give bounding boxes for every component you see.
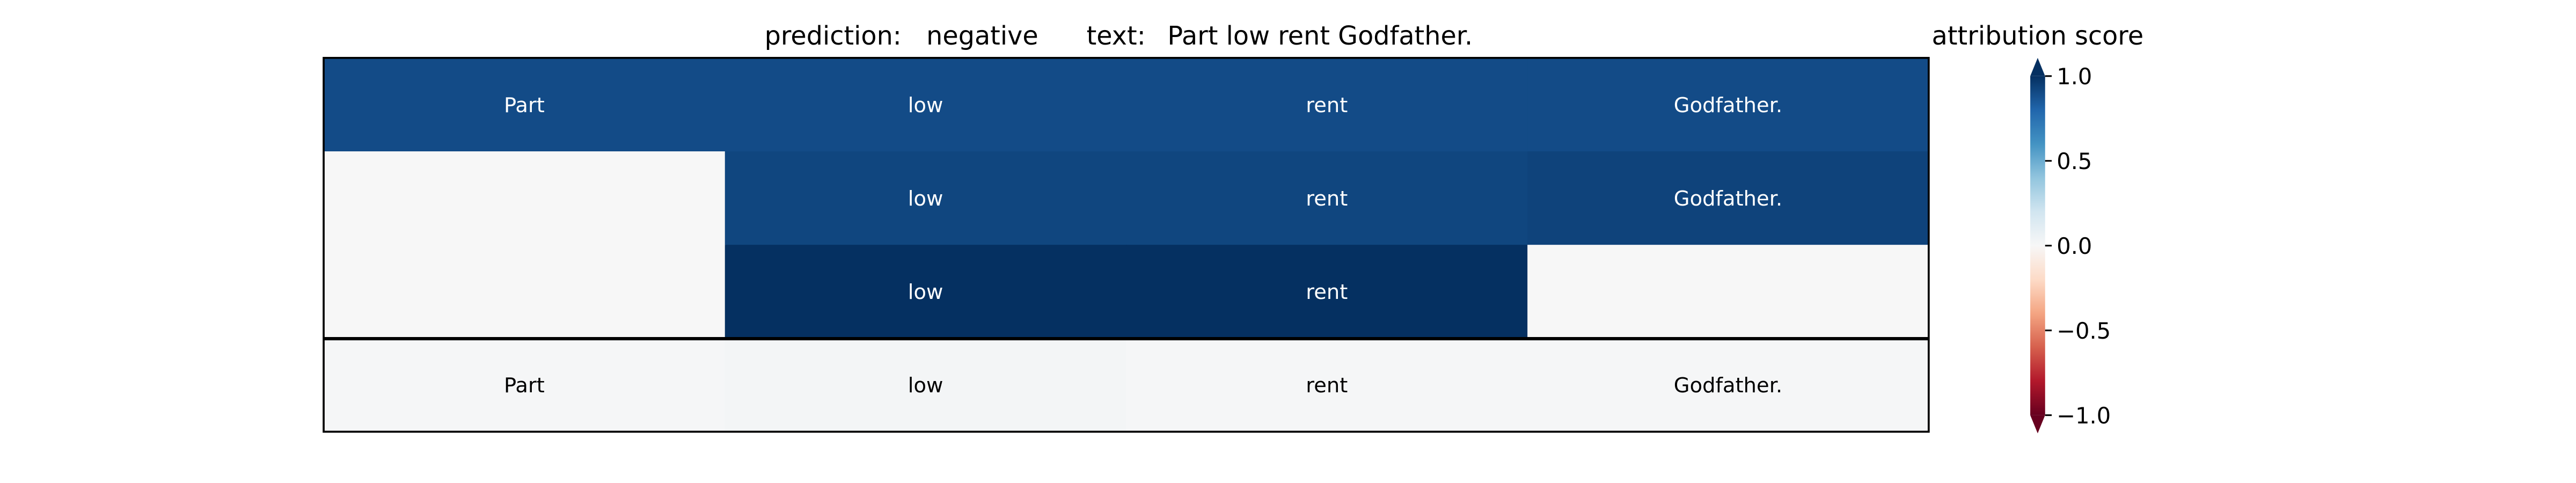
cell-token-label: Godfather. — [1674, 374, 1782, 398]
cell-token-label: rent — [1306, 374, 1348, 398]
attribution-heatmap: Part low rent Godfather. low rent Godfather. lo… — [324, 57, 1930, 433]
cell-token-label: low — [908, 187, 943, 211]
colorbar — [2030, 57, 2045, 434]
prediction-label: prediction: — [765, 21, 902, 51]
prediction-value: negative — [926, 21, 1038, 51]
colorbar-tick-label: 0.0 — [2057, 233, 2092, 259]
colorbar-tick-label: −0.5 — [2057, 318, 2111, 344]
colorbar-body — [2030, 76, 2045, 415]
colorbar-extend-top — [2030, 57, 2045, 76]
colorbar-tick-label: −1.0 — [2057, 402, 2111, 429]
heatmap-cell — [324, 245, 726, 339]
cell-token-label: rent — [1306, 93, 1348, 118]
text-value: Part low rent Godfather. — [1167, 21, 1473, 51]
heatmap-cell — [324, 151, 726, 246]
attribution-figure: prediction: negative text: Part low rent… — [323, 21, 2144, 434]
heatmap-cell — [1527, 245, 1930, 339]
colorbar-tick-label: 1.0 — [2057, 63, 2092, 90]
cell-token-label: Godfather. — [1674, 187, 1782, 211]
cell-token-label: Part — [504, 374, 545, 398]
cell-token-label: Part — [504, 93, 545, 118]
cell-token-label: low — [908, 93, 943, 118]
cell-token-label: Godfather. — [1674, 93, 1782, 118]
colorbar-ticks: 1.0 0.5 0.0 −0.5 −1.0 — [2045, 63, 2111, 429]
colorbar-extend-bottom — [2030, 415, 2045, 434]
cell-token-label: rent — [1306, 187, 1348, 211]
text-label: text: — [1087, 21, 1146, 51]
colorbar-title: attribution score — [1932, 21, 2144, 51]
cell-token-label: low — [908, 280, 943, 304]
cell-token-label: low — [908, 374, 943, 398]
colorbar-tick-label: 0.5 — [2057, 148, 2092, 174]
cell-token-label: rent — [1306, 280, 1348, 304]
